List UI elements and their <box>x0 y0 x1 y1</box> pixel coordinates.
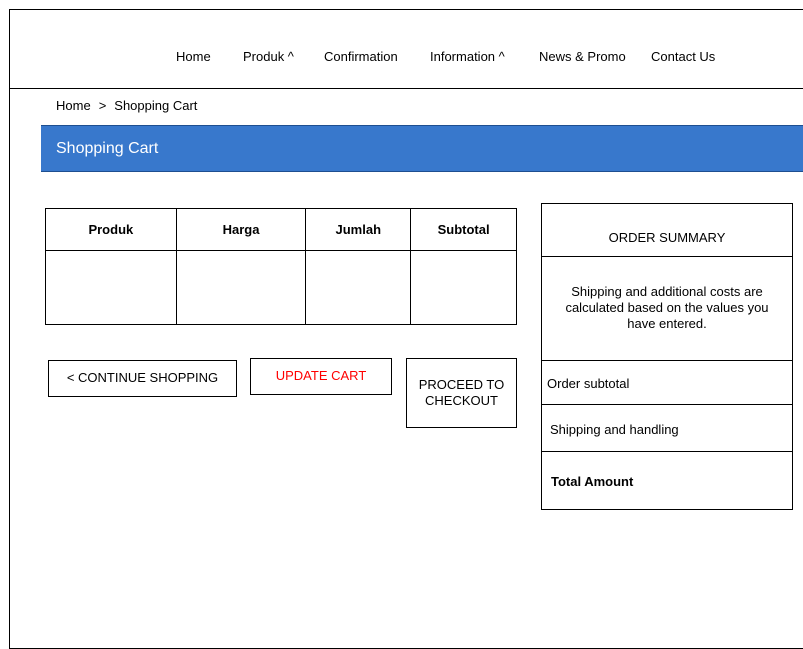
order-summary-panel: ORDER SUMMARY Shipping and additional co… <box>541 203 793 510</box>
cell-jumlah <box>305 250 412 325</box>
top-navigation: Home Produk ^ Confirmation Information ^… <box>9 9 803 89</box>
cell-subtotal <box>410 250 517 325</box>
cart-header-row: Produk Harga Jumlah Subtotal <box>45 208 517 251</box>
nav-contact-us[interactable]: Contact Us <box>651 49 715 65</box>
nav-confirmation[interactable]: Confirmation <box>324 49 398 65</box>
breadcrumb: Home > Shopping Cart <box>56 98 197 114</box>
cell-harga <box>175 250 307 325</box>
order-summary-heading: ORDER SUMMARY <box>542 204 792 257</box>
update-cart-button[interactable]: UPDATE CART <box>250 358 392 395</box>
total-amount-label: Total Amount <box>551 474 634 489</box>
column-header-harga: Harga <box>175 208 307 251</box>
shipping-handling-label: Shipping and handling <box>542 405 792 452</box>
continue-shopping-button[interactable]: < CONTINUE SHOPPING <box>48 360 237 397</box>
order-summary-note: Shipping and additional costs are calcul… <box>542 257 792 361</box>
nav-information[interactable]: Information ^ <box>430 49 505 65</box>
column-header-subtotal: Subtotal <box>410 208 517 251</box>
proceed-to-checkout-button[interactable]: PROCEED TO CHECKOUT <box>406 358 517 428</box>
table-row <box>45 250 517 325</box>
nav-news-promo[interactable]: News & Promo <box>539 49 626 65</box>
breadcrumb-home[interactable]: Home <box>56 98 91 113</box>
order-subtotal-label: Order subtotal <box>542 361 792 405</box>
cart-table: Produk Harga Jumlah Subtotal <box>45 208 517 325</box>
page-title: Shopping Cart <box>56 140 159 157</box>
breadcrumb-current: Shopping Cart <box>114 98 198 113</box>
cell-produk <box>45 250 177 325</box>
column-header-jumlah: Jumlah <box>305 208 412 251</box>
page-title-bar: Shopping Cart <box>41 125 803 172</box>
nav-produk[interactable]: Produk ^ <box>243 49 294 65</box>
breadcrumb-separator: > <box>98 98 107 113</box>
column-header-produk: Produk <box>45 208 177 251</box>
nav-home[interactable]: Home <box>176 49 211 65</box>
